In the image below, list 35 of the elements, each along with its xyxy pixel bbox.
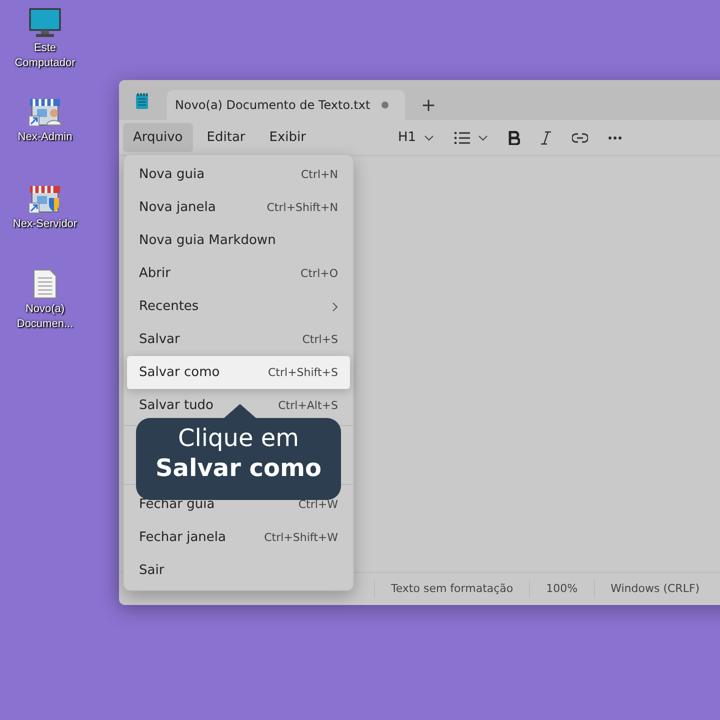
- more-icon[interactable]: [608, 136, 622, 140]
- text-file-icon[interactable]: [33, 269, 57, 299]
- heading-dropdown[interactable]: H1: [398, 130, 434, 145]
- status-item: Texto sem formatação: [374, 580, 530, 598]
- link-icon[interactable]: [572, 132, 588, 142]
- new-tab-button[interactable]: +: [415, 95, 442, 116]
- menu-item[interactable]: Nova janela Ctrl+Shift+N: [127, 191, 350, 224]
- chevron-down-icon: [478, 134, 488, 140]
- menu-bar-item[interactable]: Exibir: [259, 123, 316, 152]
- menu-item[interactable]: Salvar tudo Ctrl+Alt+S: [127, 389, 350, 422]
- notepad-icon: [135, 92, 149, 110]
- menu-bar-item[interactable]: Editar: [196, 123, 256, 152]
- list-icon: [454, 132, 470, 144]
- desktop-icon-label[interactable]: Nex-Admin: [10, 130, 80, 145]
- menu-item[interactable]: Nova guia Markdown: [127, 224, 350, 257]
- monitor-icon[interactable]: [29, 8, 61, 38]
- menu-item[interactable]: Salvar Ctrl+S: [127, 323, 350, 356]
- chevron-down-icon: [424, 134, 434, 140]
- desktop-icon-label[interactable]: Este Computador: [10, 41, 80, 71]
- menu-item[interactable]: Recentes: [127, 290, 350, 323]
- desktop-icon-label[interactable]: Novo(a) Documen...: [10, 302, 80, 332]
- menu-item[interactable]: Nova guia Ctrl+N: [127, 158, 350, 191]
- bold-icon[interactable]: [508, 130, 520, 144]
- menu-item[interactable]: Abrir Ctrl+O: [127, 257, 350, 290]
- list-dropdown[interactable]: [454, 132, 488, 144]
- status-item: 100%: [529, 580, 594, 598]
- menu-bar-item[interactable]: Arquivo: [123, 123, 193, 152]
- chevron-right-icon: [332, 302, 338, 312]
- document-tab[interactable]: Novo(a) Documento de Texto.txt: [167, 90, 405, 120]
- desktop-icon-label[interactable]: Nex-Servidor: [10, 217, 80, 232]
- status-item: Windows (CRLF): [594, 580, 716, 598]
- menu-item[interactable]: Sair: [127, 554, 350, 587]
- italic-icon[interactable]: [540, 130, 552, 144]
- menu-item[interactable]: Salvar como Ctrl+Shift+S: [127, 356, 350, 389]
- menu-item[interactable]: Fechar janela Ctrl+Shift+W: [127, 520, 350, 554]
